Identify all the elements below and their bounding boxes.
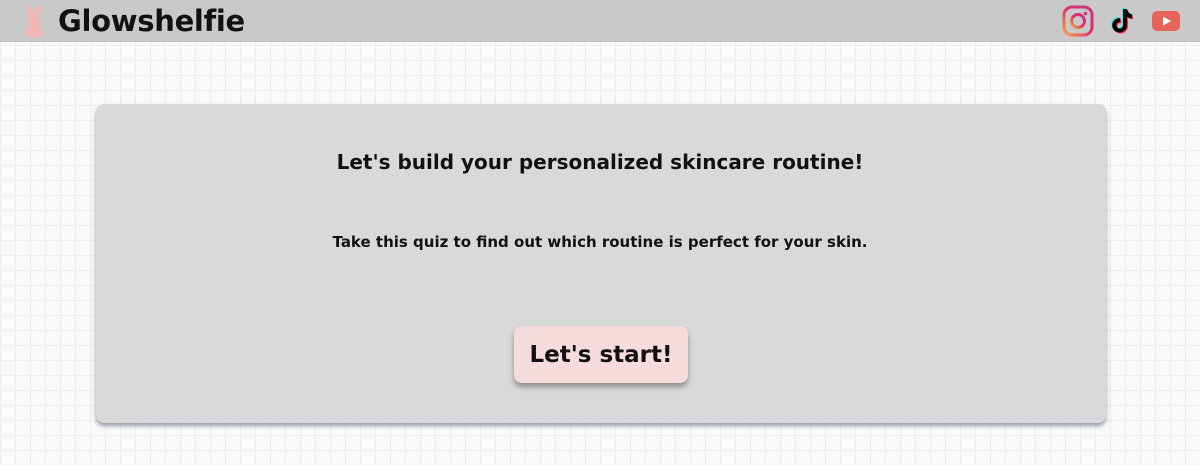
start-quiz-button[interactable]: Let's start! bbox=[514, 326, 688, 383]
top-bar: Glowshelfie bbox=[0, 0, 1200, 42]
instagram-icon[interactable] bbox=[1061, 4, 1095, 38]
bunny-logo-icon[interactable] bbox=[20, 4, 48, 38]
tiktok-icon[interactable] bbox=[1108, 4, 1136, 38]
brand-name[interactable]: Glowshelfie bbox=[58, 1, 245, 41]
page-title: Let's build your personalized skincare r… bbox=[336, 150, 864, 174]
youtube-icon[interactable] bbox=[1150, 4, 1182, 38]
quiz-description: Take this quiz to find out which routine… bbox=[332, 233, 868, 251]
